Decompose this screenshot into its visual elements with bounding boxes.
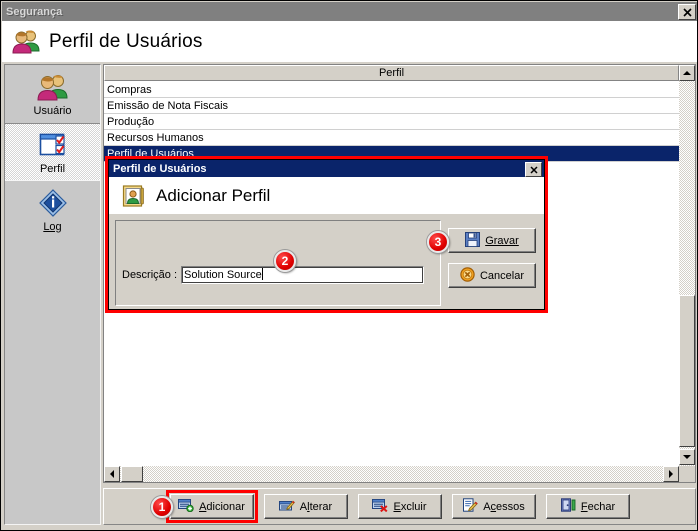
scroll-up-arrow	[683, 71, 691, 75]
close-button[interactable]: Fechar	[545, 494, 630, 519]
cancel-circle-icon	[460, 266, 475, 285]
scroll-up-button[interactable]	[679, 65, 695, 81]
edit-button-label: Alterar	[299, 500, 333, 513]
scroll-right-arrow	[669, 470, 673, 478]
user-card-icon	[121, 184, 145, 208]
permissions-icon	[462, 498, 479, 515]
table-row[interactable]: Produção	[104, 114, 679, 130]
table-row[interactable]: Emissão de Nota Fiscais	[104, 98, 679, 114]
sidebar-item-label: Usuário	[33, 104, 72, 117]
delete-button[interactable]: Excluir	[357, 494, 442, 519]
step-badge-2: 2	[274, 250, 296, 272]
cancel-button-label: Cancelar	[479, 269, 525, 282]
description-field-row: Descrição : Solution Source	[122, 266, 425, 284]
scroll-left-button[interactable]	[104, 466, 120, 482]
save-button[interactable]: Gravar	[448, 228, 536, 253]
exit-door-icon	[560, 498, 576, 515]
add-record-icon	[178, 498, 194, 515]
step-badge-3: 3	[427, 231, 449, 253]
page-title: Perfil de Usuários	[49, 30, 203, 52]
save-button-label: Gravar	[485, 234, 519, 247]
sidebar: Usuário Perfil Log	[4, 64, 101, 525]
add-button-label: Adicionar	[199, 500, 245, 513]
description-label: Descrição :	[122, 269, 178, 281]
sidebar-item-label: Perfil	[39, 162, 66, 175]
description-input-value: Solution Source	[184, 269, 262, 281]
sidebar-item-label: Log	[43, 220, 62, 233]
page-header: Perfil de Usuários	[2, 21, 697, 62]
dialog-heading: Adicionar Perfil	[156, 185, 271, 205]
action-toolbar: Adicionar Alterar Excluir Acessos Fechar	[103, 488, 696, 525]
window-close-button[interactable]	[678, 4, 696, 20]
table-row[interactable]: Recursos Humanos	[104, 130, 679, 146]
horizontal-scrollbar[interactable]	[104, 466, 679, 482]
add-button[interactable]: Adicionar	[165, 490, 258, 523]
permissions-button[interactable]: Acessos	[451, 494, 536, 519]
add-profile-dialog: Perfil de Usuários Adicionar Perfil Desc…	[105, 156, 548, 313]
delete-record-icon	[372, 498, 388, 515]
grid-column-header[interactable]: Perfil	[104, 65, 679, 81]
dialog-titlebar: Perfil de Usuários	[109, 160, 544, 177]
sidebar-item-usuario[interactable]: Usuário	[5, 65, 100, 123]
dialog-close-button[interactable]	[525, 162, 542, 177]
sidebar-item-perfil[interactable]: Perfil	[5, 123, 100, 181]
vertical-scrollbar[interactable]	[679, 65, 695, 482]
table-row[interactable]: Compras	[104, 82, 679, 98]
step-badge-1: 1	[151, 496, 173, 518]
vertical-scroll-thumb[interactable]	[679, 295, 695, 447]
close-icon	[682, 7, 692, 17]
scrollbar-corner	[679, 466, 695, 482]
delete-button-label: Excluir	[393, 500, 427, 513]
edit-button[interactable]: Alterar	[263, 494, 348, 519]
security-window: Segurança Perfil de Usuários Usuário Per…	[0, 0, 698, 531]
dialog-title: Perfil de Usuários	[113, 162, 207, 175]
users-icon	[36, 72, 70, 103]
close-icon	[529, 165, 538, 174]
scroll-left-arrow	[110, 470, 114, 478]
permissions-button-label: Acessos	[483, 500, 525, 513]
sidebar-item-log[interactable]: Log	[5, 181, 100, 239]
dialog-body: Descrição : Solution Source Gravar Cance…	[109, 215, 544, 309]
dialog-header: Adicionar Perfil	[109, 177, 544, 214]
dialog-frame: Perfil de Usuários Adicionar Perfil Desc…	[108, 159, 545, 310]
profile-checklist-icon	[37, 130, 69, 161]
close-button-label: Fechar	[580, 500, 616, 513]
window-titlebar: Segurança	[2, 2, 697, 21]
info-diamond-icon	[37, 188, 69, 219]
scroll-down-arrow	[683, 455, 691, 459]
edit-record-icon	[278, 498, 295, 515]
floppy-save-icon	[465, 231, 481, 250]
horizontal-scroll-thumb[interactable]	[121, 466, 143, 482]
dialog-button-group: Gravar Cancelar	[448, 228, 536, 288]
window-title: Segurança	[6, 5, 63, 18]
users-icon	[11, 27, 41, 57]
cancel-button[interactable]: Cancelar	[448, 263, 536, 288]
scroll-down-button[interactable]	[679, 449, 695, 465]
scroll-right-button[interactable]	[663, 466, 679, 482]
description-input[interactable]: Solution Source	[181, 266, 425, 284]
